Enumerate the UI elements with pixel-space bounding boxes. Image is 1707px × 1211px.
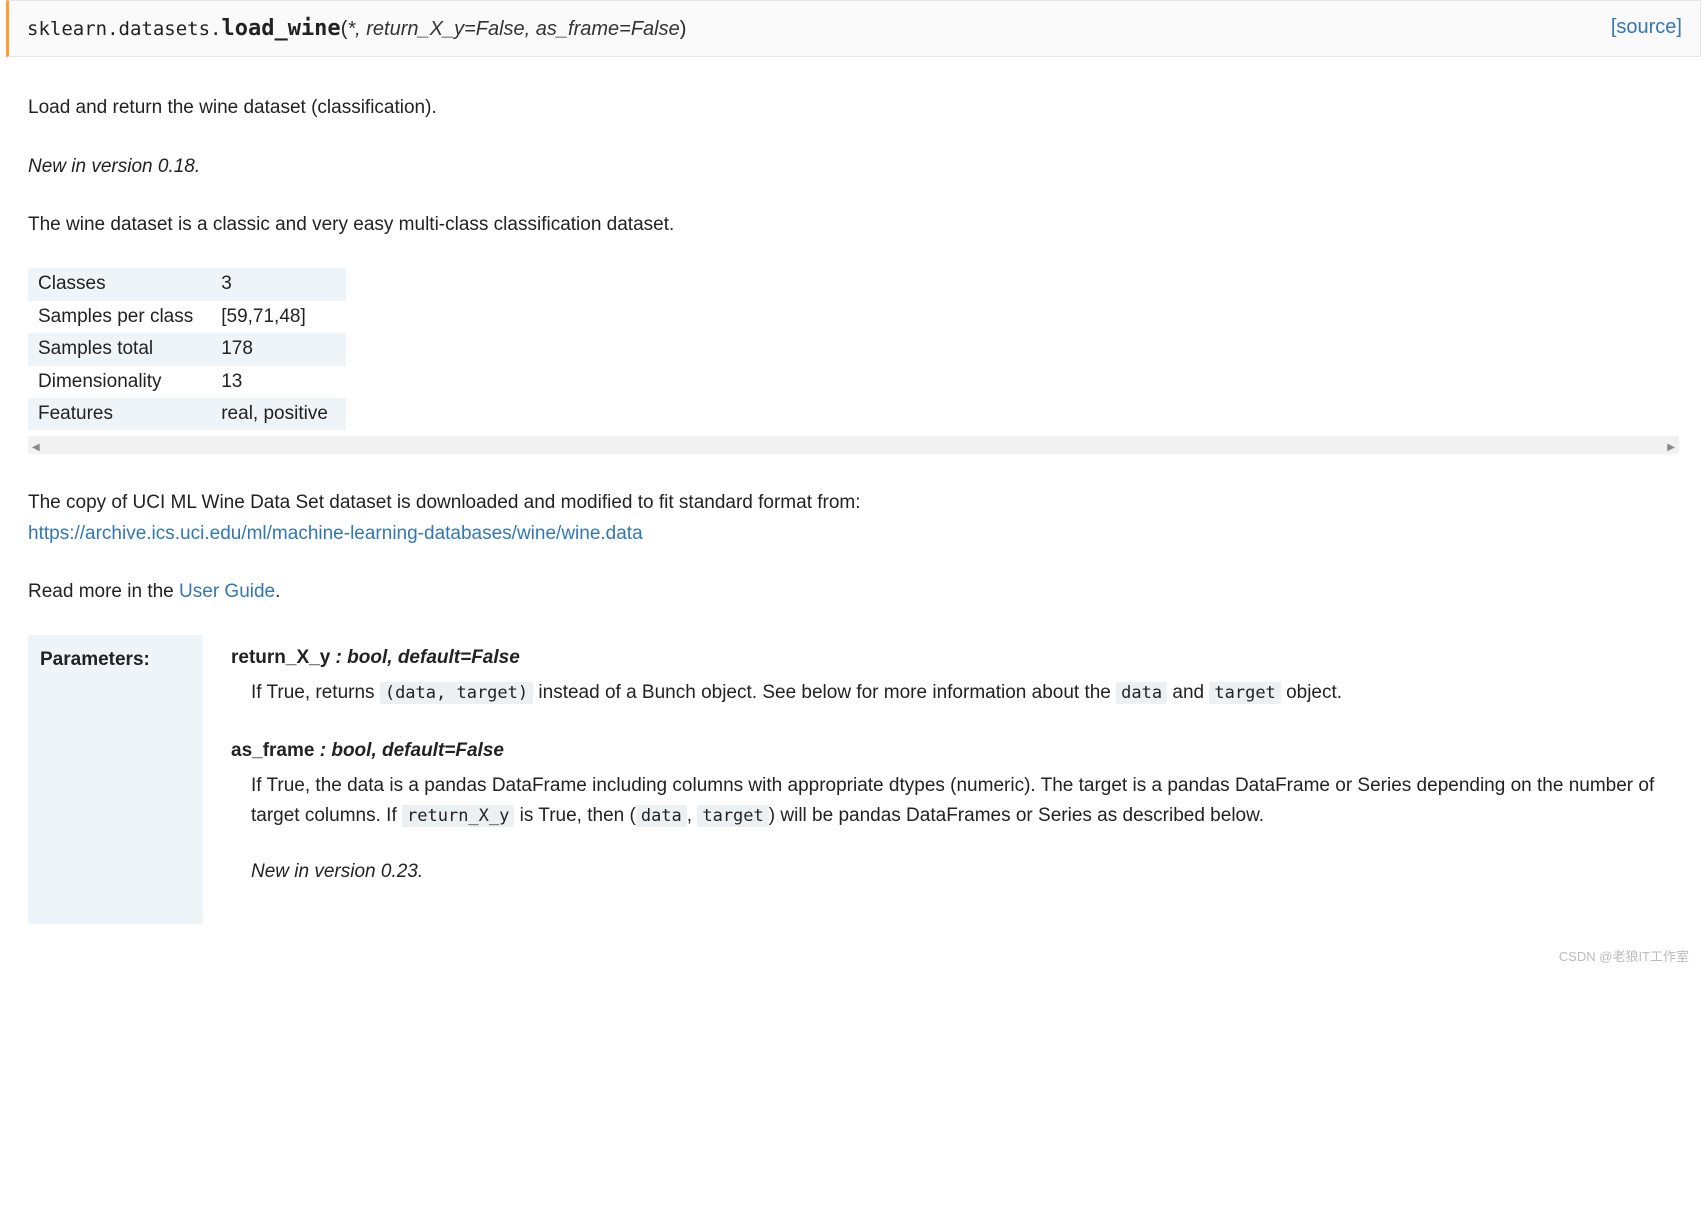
param-type: bool, default=False (347, 647, 520, 668)
parameters-body: return_X_y : bool, default=False If True… (203, 635, 1679, 923)
source-paragraph: The copy of UCI ML Wine Data Set dataset… (28, 488, 1679, 549)
code-literal: return_X_y (402, 805, 514, 827)
param-name: as_frame (231, 740, 314, 761)
param-sep: : (314, 740, 331, 761)
table-row: Dimensionality13 (28, 366, 346, 398)
table-key: Samples per class (28, 301, 211, 333)
param-as-frame: as_frame : bool, default=False If True, … (231, 736, 1675, 888)
paren-close: ) (680, 18, 687, 40)
param-return-x-y: return_X_y : bool, default=False If True… (231, 643, 1675, 708)
param-name: return_X_y (231, 647, 330, 668)
table-val: 13 (211, 366, 346, 398)
param-description: If True, returns (data, target) instead … (251, 678, 1675, 708)
parameters-section: Parameters: return_X_y : bool, default=F… (28, 635, 1679, 923)
table-row: Samples total178 (28, 333, 346, 365)
function-name: load_wine (221, 16, 340, 41)
table-key: Classes (28, 268, 211, 300)
table-val: [59,71,48] (211, 301, 346, 333)
table-val: real, positive (211, 398, 346, 430)
table-val: 3 (211, 268, 346, 300)
scroll-left-icon[interactable]: ◀ (32, 440, 40, 456)
code-literal: data (636, 805, 687, 827)
table-val: 178 (211, 333, 346, 365)
table-row: Samples per class[59,71,48] (28, 301, 346, 333)
read-more-pre: Read more in the (28, 581, 179, 602)
parameters-label: Parameters: (28, 635, 203, 923)
code-literal: data (1116, 682, 1167, 704)
dataset-source-link[interactable]: https://archive.ics.uci.edu/ml/machine-l… (28, 523, 643, 544)
code-literal: (data, target) (380, 682, 533, 704)
read-more-post: . (275, 581, 280, 602)
desc-text: is True, then ( (514, 805, 635, 826)
table-row: Featuresreal, positive (28, 398, 346, 430)
desc-text: , (687, 805, 698, 826)
dataset-info-table: Classes3 Samples per class[59,71,48] Sam… (28, 268, 346, 430)
function-signature: sklearn.datasets.load_wine(*, return_X_y… (6, 0, 1701, 57)
module-path: sklearn.datasets. (27, 18, 221, 40)
desc-text: object. (1281, 682, 1342, 703)
source-link-anchor[interactable]: [source] (1611, 16, 1682, 38)
param-description: If True, the data is a pandas DataFrame … (251, 771, 1675, 888)
param-type: bool, default=False (331, 740, 504, 761)
scroll-right-icon[interactable]: ▶ (1667, 440, 1675, 456)
param-sep: : (330, 647, 347, 668)
intro-text-2: The wine dataset is a classic and very e… (28, 210, 1679, 240)
source-link[interactable]: [source] (1611, 11, 1682, 43)
watermark: CSDN @老狼IT工作室 (1559, 947, 1689, 968)
horizontal-scrollbar[interactable]: ◀ ▶ (28, 436, 1679, 454)
code-literal: target (697, 805, 768, 827)
source-text: The copy of UCI ML Wine Data Set dataset… (28, 492, 861, 513)
desc-text: and (1167, 682, 1209, 703)
read-more: Read more in the User Guide. (28, 577, 1679, 607)
desc-text: ) will be pandas DataFrames or Series as… (769, 805, 1264, 826)
param-version-added: New in version 0.23. (251, 857, 1675, 887)
intro-text: Load and return the wine dataset (classi… (28, 93, 1679, 123)
version-added: New in version 0.18. (28, 152, 1679, 182)
user-guide-link[interactable]: User Guide (179, 581, 275, 602)
desc-text: instead of a Bunch object. See below for… (533, 682, 1116, 703)
desc-text: If True, returns (251, 682, 380, 703)
table-row: Classes3 (28, 268, 346, 300)
table-key: Features (28, 398, 211, 430)
table-key: Dimensionality (28, 366, 211, 398)
table-key: Samples total (28, 333, 211, 365)
function-args: *, return_X_y=False, as_frame=False (347, 18, 679, 40)
code-literal: target (1209, 682, 1280, 704)
